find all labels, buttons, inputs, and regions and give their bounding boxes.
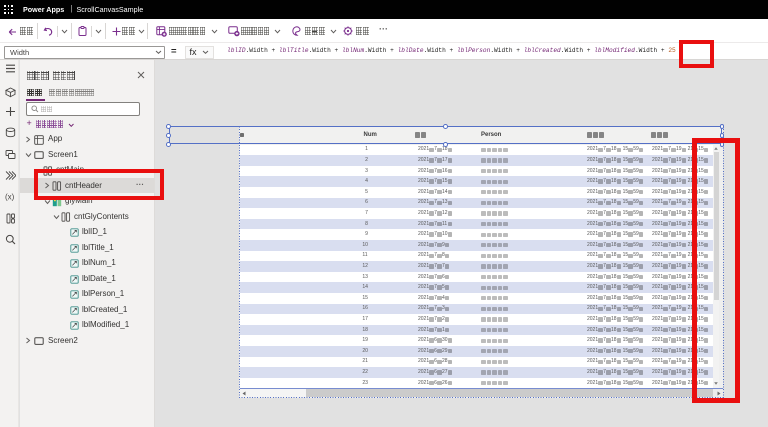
svg-text:(x): (x) <box>5 193 15 202</box>
